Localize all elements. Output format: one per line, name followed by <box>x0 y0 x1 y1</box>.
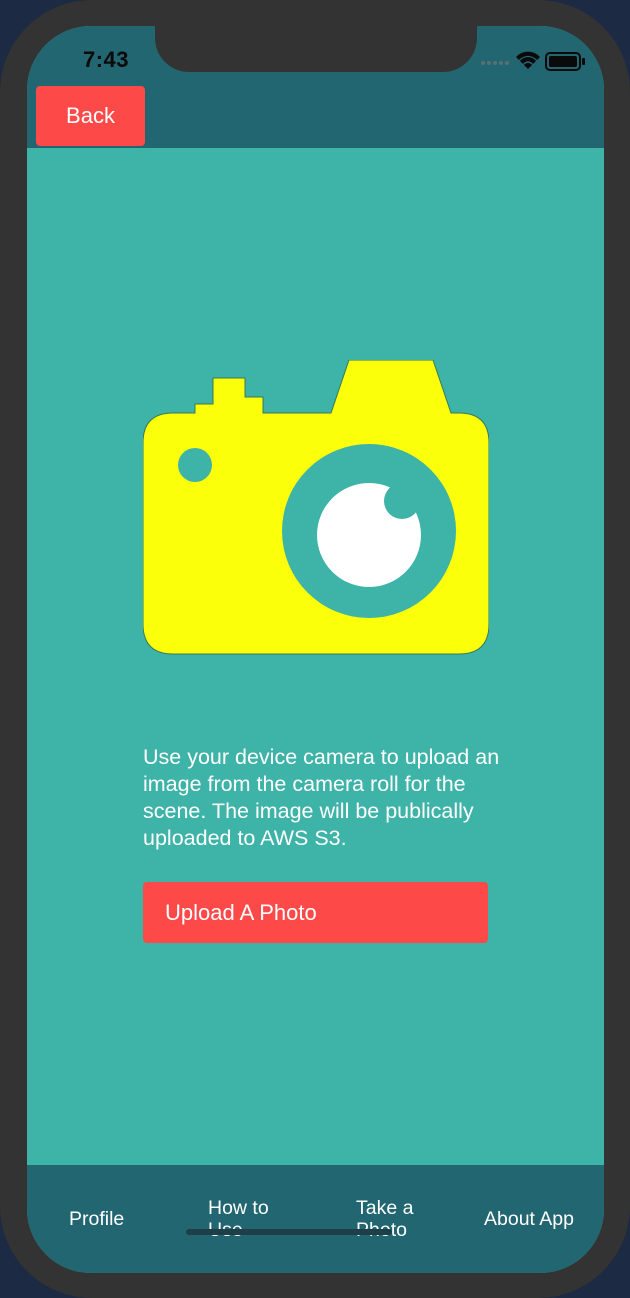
app-screen: 7:43 Back Use your device camera to uplo… <box>27 26 604 1273</box>
back-button[interactable]: Back <box>36 86 145 146</box>
camera-icon <box>143 360 489 655</box>
tab-bar: Profile How to Use Take a Photo About Ap… <box>27 1165 604 1273</box>
upload-photo-button[interactable]: Upload A Photo <box>143 882 488 943</box>
signal-dots-icon <box>481 61 509 65</box>
battery-icon <box>545 52 585 71</box>
tab-how-to-use-label-line1: How to <box>208 1197 269 1219</box>
wifi-icon <box>516 51 540 69</box>
tab-about-app-label: About App <box>484 1208 574 1230</box>
device-notch <box>155 26 477 72</box>
home-indicator <box>186 1229 392 1235</box>
top-bar: 7:43 Back <box>27 26 604 148</box>
tab-profile-label: Profile <box>69 1208 125 1230</box>
device-frame: 7:43 Back Use your device camera to uplo… <box>0 0 630 1298</box>
status-time: 7:43 <box>82 47 130 72</box>
tab-profile[interactable]: Profile <box>69 1208 124 1230</box>
tab-take-a-photo-label-line1: Take a <box>356 1197 414 1219</box>
upload-description: Use your device camera to upload an imag… <box>143 745 500 850</box>
tab-about-app[interactable]: About App <box>484 1208 574 1230</box>
status-icons <box>481 51 585 71</box>
